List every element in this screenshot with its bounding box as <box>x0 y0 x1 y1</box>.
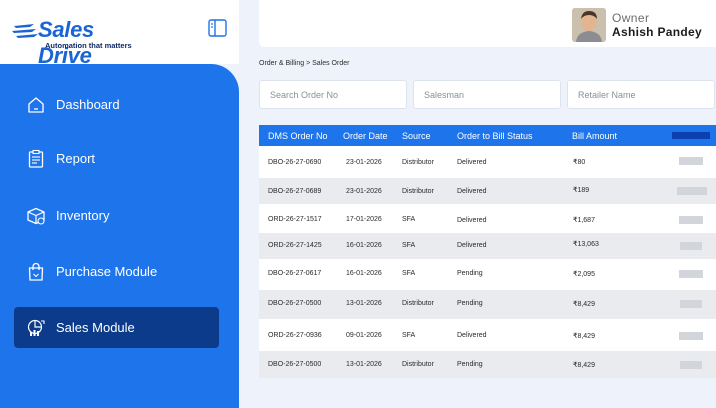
row-action-button[interactable] <box>679 157 703 165</box>
bill-amount-cell: ₹8,429 <box>573 333 595 340</box>
clipboard-icon <box>28 149 44 168</box>
sales-chart-icon <box>27 319 45 336</box>
status-cell: Delivered <box>457 159 487 166</box>
search-order-no-input[interactable] <box>259 80 407 109</box>
order-no-cell[interactable]: ORD-26-27-1517 <box>268 216 322 223</box>
sidebar-item-report[interactable]: Report <box>14 138 219 179</box>
sidebar-item-inventory[interactable]: Inventory <box>14 195 219 236</box>
order-no-cell[interactable]: DBO-26-27-0500 <box>268 361 321 368</box>
user-name: Ashish Pandey <box>612 25 702 39</box>
source-cell: SFA <box>402 332 416 339</box>
column-header-order-no[interactable]: DMS Order No <box>268 131 328 141</box>
order-date-cell: 09-01-2026 <box>346 332 382 339</box>
row-action-button[interactable] <box>679 270 703 278</box>
row-action-button[interactable] <box>680 300 702 308</box>
order-no-cell[interactable]: DBO-26-27-0617 <box>268 270 321 277</box>
row-action-button[interactable] <box>680 361 702 369</box>
column-header-order-date[interactable]: Order Date <box>343 131 388 141</box>
order-date-cell: 13-01-2026 <box>346 361 382 368</box>
order-date-cell: 16-01-2026 <box>346 242 382 249</box>
breadcrumb[interactable]: Order & Billing > Sales Order <box>259 60 349 67</box>
status-cell: Pending <box>457 300 483 307</box>
order-no-cell[interactable]: DBO-26-27-0689 <box>268 188 321 195</box>
status-cell: Pending <box>457 270 483 277</box>
column-header-source[interactable]: Source <box>402 131 431 141</box>
order-date-cell: 13-01-2026 <box>346 300 382 307</box>
source-cell: Distributor <box>402 300 434 307</box>
table-header: DMS Order No Order Date Source Order to … <box>259 125 716 146</box>
source-cell: Distributor <box>402 361 434 368</box>
bill-amount-cell: ₹13,063 <box>573 241 599 248</box>
box-icon <box>27 207 45 225</box>
row-action-button[interactable] <box>677 187 707 195</box>
user-avatar[interactable] <box>572 8 606 42</box>
user-role: Owner <box>612 11 650 25</box>
source-cell: Distributor <box>402 188 434 195</box>
order-date-cell: 23-01-2026 <box>346 188 382 195</box>
sidebar-item-purchase-module[interactable]: Purchase Module <box>14 251 219 292</box>
column-header-bill-amount[interactable]: Bill Amount <box>572 131 617 141</box>
table-row[interactable]: DBO-26-27-0690 23-01-2026 Distributor De… <box>259 146 716 178</box>
table-row[interactable]: ORD-26-27-1517 17-01-2026 SFA Delivered … <box>259 204 716 233</box>
status-cell: Delivered <box>457 217 487 224</box>
column-header-status[interactable]: Order to Bill Status <box>457 131 533 141</box>
home-icon <box>28 96 44 113</box>
order-no-cell[interactable]: ORD-26-27-1425 <box>268 242 322 249</box>
source-cell: SFA <box>402 270 416 277</box>
bill-amount-cell: ₹1,687 <box>573 217 595 224</box>
user-photo-icon <box>572 8 606 42</box>
sidebar-item-label: Purchase Module <box>56 264 158 279</box>
column-header-action <box>672 132 710 139</box>
bill-amount-cell: ₹8,429 <box>573 362 595 369</box>
sidebar-item-label: Inventory <box>56 208 110 223</box>
sales-drive-logo[interactable]: Sales Drive Automation that matters <box>12 14 152 68</box>
sidebar-item-sales-module[interactable]: Sales Module <box>14 307 219 348</box>
order-no-cell[interactable]: DBO-26-27-0690 <box>268 159 321 166</box>
table-row[interactable]: DBO-26-27-0500 13-01-2026 Distributor Pe… <box>259 290 716 319</box>
sidebar-toggle-icon[interactable] <box>208 19 227 37</box>
brand-header: Sales Drive Automation that matters <box>0 0 239 68</box>
table-row[interactable]: ORD-26-27-1425 16-01-2026 SFA Delivered … <box>259 233 716 259</box>
status-cell: Pending <box>457 361 483 368</box>
order-no-cell[interactable]: DBO-26-27-0500 <box>268 300 321 307</box>
salesman-input[interactable] <box>413 80 561 109</box>
sidebar-item-label: Report <box>56 151 96 166</box>
order-date-cell: 17-01-2026 <box>346 216 382 223</box>
retailer-name-input[interactable] <box>567 80 715 109</box>
sidebar-item-label: Sales Module <box>56 320 135 335</box>
sidebar: Dashboard Report Inventory Purchase Modu… <box>0 64 239 408</box>
row-action-button[interactable] <box>679 332 703 340</box>
table-row[interactable]: ORD-26-27-0936 09-01-2026 SFA Delivered … <box>259 319 716 351</box>
bill-amount-cell: ₹2,095 <box>573 271 595 278</box>
table-row[interactable]: DBO-26-27-0617 16-01-2026 SFA Pending ₹2… <box>259 259 716 290</box>
source-cell: Distributor <box>402 159 434 166</box>
shopping-bag-icon <box>28 262 44 281</box>
table-row[interactable]: DBO-26-27-0500 13-01-2026 Distributor Pe… <box>259 351 716 378</box>
order-date-cell: 16-01-2026 <box>346 270 382 277</box>
status-cell: Delivered <box>457 188 487 195</box>
row-action-button[interactable] <box>679 216 703 224</box>
sidebar-item-dashboard[interactable]: Dashboard <box>14 84 219 125</box>
source-cell: SFA <box>402 242 416 249</box>
brand-tagline: Automation that matters <box>45 41 132 50</box>
status-cell: Delivered <box>457 332 487 339</box>
bill-amount-cell: ₹189 <box>573 187 590 194</box>
status-cell: Delivered <box>457 242 487 249</box>
row-action-button[interactable] <box>680 242 702 250</box>
sidebar-item-label: Dashboard <box>56 97 120 112</box>
bill-amount-cell: ₹80 <box>573 159 586 166</box>
table-row[interactable]: DBO-26-27-0689 23-01-2026 Distributor De… <box>259 178 716 204</box>
order-date-cell: 23-01-2026 <box>346 159 382 166</box>
order-no-cell[interactable]: ORD-26-27-0936 <box>268 332 322 339</box>
bill-amount-cell: ₹8,429 <box>573 301 595 308</box>
source-cell: SFA <box>402 216 416 223</box>
